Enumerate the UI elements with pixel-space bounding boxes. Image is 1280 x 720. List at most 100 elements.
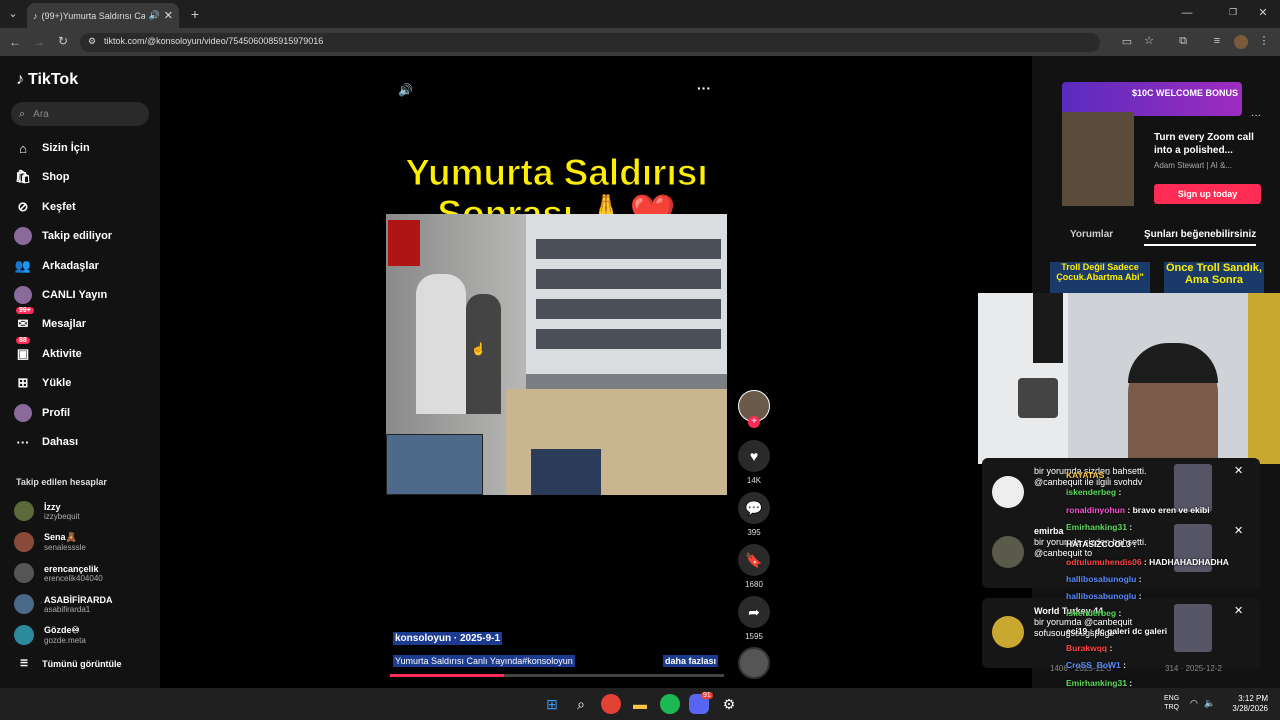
chat-line: Emirhanking31 : bbox=[1066, 522, 1132, 532]
chat-username: KAYATAS bbox=[1066, 470, 1105, 480]
tab-list-icon[interactable]: ⌄ bbox=[6, 7, 20, 20]
followed-account[interactable]: Gözde♾ gozde.meta bbox=[14, 621, 154, 649]
music-disc-icon[interactable] bbox=[738, 647, 770, 679]
speaker-icon[interactable]: 🔈 bbox=[1204, 698, 1215, 709]
tab-comments[interactable]: Yorumlar bbox=[1070, 229, 1113, 240]
clock[interactable]: 3:12 PM 3/28/2026 bbox=[1226, 694, 1268, 714]
dismiss-icon[interactable]: ✕ bbox=[1234, 464, 1243, 477]
cast-icon[interactable]: ▭ bbox=[1120, 35, 1134, 48]
sidebar-item-1[interactable]: 🛍 Shop bbox=[14, 166, 154, 188]
share-button[interactable]: ➦ bbox=[738, 596, 770, 628]
sidebar-item-0[interactable]: ⌂ Sizin İçin bbox=[14, 137, 154, 159]
chat-separator: : bbox=[1087, 625, 1095, 636]
chat-username: CroSS_BoW1 bbox=[1066, 660, 1121, 671]
window-close-button[interactable]: ✕ bbox=[1256, 6, 1270, 19]
reading-list-icon[interactable]: ≡ bbox=[1210, 35, 1224, 47]
tiktok-logo[interactable]: ♪ TikTok bbox=[16, 71, 78, 89]
chair-back bbox=[1248, 293, 1280, 464]
sidebar-item-4[interactable]: 👥 Arkadaşlar bbox=[14, 255, 154, 277]
see-more-link[interactable]: daha fazlası bbox=[663, 655, 719, 667]
chrome-icon[interactable] bbox=[601, 694, 621, 714]
search-taskbar-icon[interactable]: ⌕ bbox=[571, 694, 591, 714]
sidebar-item-label: Sizin İçin bbox=[42, 142, 90, 154]
reload-icon[interactable]: ↻ bbox=[56, 34, 70, 48]
new-tab-button[interactable]: + bbox=[188, 6, 202, 22]
sidebar-item-label: Shop bbox=[42, 171, 70, 184]
file-explorer-icon[interactable]: ▬ bbox=[630, 694, 650, 714]
volume-icon[interactable]: 🔊 bbox=[398, 83, 413, 97]
chat-separator: : bbox=[1104, 470, 1110, 480]
chat-username: hallibosabunoglu bbox=[1066, 591, 1137, 602]
site-info-icon[interactable]: ⚙ bbox=[88, 36, 96, 47]
settings-icon[interactable]: ⚙ bbox=[719, 694, 739, 714]
browser-menu-icon[interactable]: ⋮ bbox=[1258, 34, 1270, 47]
tab-close-icon[interactable]: ✕ bbox=[164, 9, 173, 22]
suggested-thumb-2[interactable]: Önce Troll Sandık, Ama Sonra bbox=[1164, 262, 1264, 294]
tab-you-may-like[interactable]: Şunları beğenebilirsiniz bbox=[1144, 229, 1257, 246]
windows-start-icon[interactable]: ⊞ bbox=[542, 694, 562, 714]
followed-account[interactable]: İzzy izzybequit bbox=[14, 497, 154, 525]
profile-avatar-icon bbox=[14, 403, 32, 422]
chat-line: hallibosabunoglu : bbox=[1066, 591, 1142, 601]
video-player[interactable]: ☝ bbox=[386, 214, 727, 495]
like-button[interactable]: ♥ bbox=[738, 440, 770, 472]
ad-thumbnail[interactable] bbox=[1062, 112, 1134, 206]
inset-camera bbox=[386, 434, 483, 495]
extensions-icon[interactable]: ⧉ bbox=[1176, 35, 1190, 48]
back-icon[interactable]: ← bbox=[8, 35, 22, 49]
ad-banner[interactable]: $10C WELCOME BONUS bbox=[1062, 82, 1242, 116]
maximize-button[interactable]: ❐ bbox=[1226, 7, 1240, 18]
more-dots-icon: ··· bbox=[16, 434, 30, 450]
profile-avatar[interactable] bbox=[1234, 35, 1248, 49]
sidebar-item-10[interactable]: ··· Dahası bbox=[14, 431, 154, 453]
sidebar-item-7[interactable]: ▣ 88 Aktivite bbox=[14, 336, 154, 365]
see-all-button[interactable]: ☰ Tümünü görüntüle bbox=[20, 658, 122, 669]
tiktok-note-icon: ♪ bbox=[16, 71, 24, 88]
sidebar-item-3[interactable]: Takip ediliyor bbox=[14, 225, 154, 247]
chat-username: iskenderbeg bbox=[1066, 608, 1117, 619]
author-date[interactable]: konsoloyun · 2025-9-1 bbox=[393, 632, 503, 645]
following-avatar-icon bbox=[14, 227, 32, 246]
more-options-icon[interactable]: ··· bbox=[697, 80, 711, 96]
sidebar-item-8[interactable]: ⊞ Yükle bbox=[14, 372, 154, 394]
language-indicator[interactable]: ENG TRQ bbox=[1164, 694, 1179, 712]
comment-button[interactable]: 💬 bbox=[738, 492, 770, 524]
avatar bbox=[992, 536, 1024, 568]
ad-cta-button[interactable]: Sign up today bbox=[1154, 184, 1261, 204]
save-button[interactable]: 🔖 bbox=[738, 544, 770, 576]
sidebar-item-5[interactable]: CANLI Yayın bbox=[14, 284, 154, 306]
url-bar[interactable]: ⚙ tiktok.com/@konsoloyun/video/754506008… bbox=[80, 33, 1100, 52]
followed-account[interactable]: erencançelik erencelik404040 bbox=[14, 559, 154, 587]
chat-line: KAYATAS : bbox=[1066, 470, 1109, 480]
sidebar-item-2[interactable]: ⊘ Keşfet bbox=[14, 196, 154, 218]
dismiss-icon[interactable]: ✕ bbox=[1234, 524, 1243, 537]
browser-tab[interactable]: ♪ (99+)Yumurta Saldırısı Canlı 🔊 ✕ bbox=[27, 3, 179, 28]
dismiss-icon[interactable]: ✕ bbox=[1234, 604, 1243, 617]
wifi-icon[interactable]: ◠ bbox=[1190, 698, 1198, 709]
minimize-button[interactable]: — bbox=[1180, 7, 1194, 19]
save-count: 1680 bbox=[745, 580, 763, 589]
forward-icon[interactable]: → bbox=[32, 35, 46, 49]
avatar bbox=[14, 563, 34, 583]
list-icon: ☰ bbox=[20, 658, 29, 668]
sidebar-item-6[interactable]: ✉ 99+ Mesajlar bbox=[14, 307, 154, 335]
ad-more-icon[interactable]: ··· bbox=[1251, 110, 1261, 121]
progress-track[interactable] bbox=[390, 674, 724, 677]
chat-line: eci19 : dc galeri dc galeri bbox=[1066, 626, 1167, 636]
spotify-icon[interactable] bbox=[660, 694, 680, 714]
followed-name: Gözde♾ bbox=[44, 625, 80, 635]
followed-account[interactable]: Sena🧸 senalesssle bbox=[14, 528, 154, 556]
ad-title[interactable]: Turn every Zoom call into a polished... bbox=[1154, 131, 1264, 157]
tab-audio-icon[interactable]: 🔊 bbox=[149, 10, 160, 21]
chat-username: eci19 bbox=[1066, 625, 1088, 636]
search-input[interactable]: ⌕ Ara bbox=[11, 102, 149, 126]
sidebar-item-9[interactable]: Profil bbox=[14, 402, 154, 424]
sidebar-item-label: Keşfet bbox=[42, 200, 76, 213]
followed-account[interactable]: ASABİFİRARDA asabifirarda1 bbox=[14, 590, 154, 618]
chat-username: odtulumuhendis06 bbox=[1066, 556, 1142, 567]
suggested-thumb-1[interactable]: Troll Değil Sadece Çocuk.Abartma Abi" bbox=[1050, 262, 1150, 294]
cursor-hand-icon: ☝ bbox=[471, 342, 486, 356]
follow-plus-icon[interactable]: + bbox=[748, 416, 760, 428]
avatar bbox=[14, 594, 34, 614]
bookmark-star-icon[interactable]: ☆ bbox=[1142, 34, 1156, 47]
